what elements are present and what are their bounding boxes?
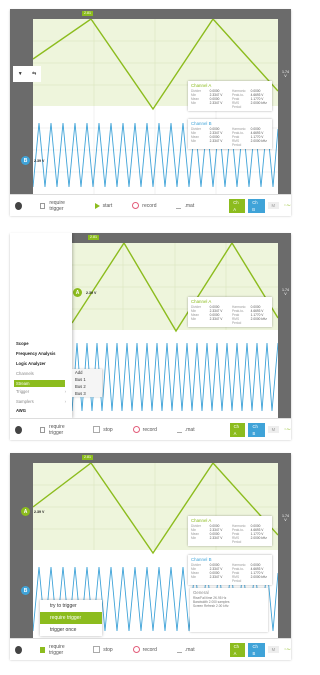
channel-b-button[interactable]: Ch B — [248, 198, 265, 213]
submenu-bus-3[interactable]: Bus 3 — [72, 390, 102, 397]
submenu-bus-1[interactable]: Bus 1 — [72, 376, 102, 383]
stop-icon — [93, 426, 101, 433]
trigger-time-marker[interactable]: 2.81 — [82, 455, 93, 460]
chevron-right-icon: › — [64, 389, 66, 394]
record-icon — [132, 426, 140, 433]
record-button[interactable]: record — [113, 426, 157, 433]
start-button[interactable]: start — [75, 202, 112, 209]
trigger-icon[interactable]: ▼ — [18, 71, 23, 77]
record-icon — [132, 646, 140, 653]
math-button[interactable]: M — [267, 426, 280, 433]
trigger-time-marker[interactable]: 2.81 — [88, 235, 99, 240]
menu-item-scope[interactable]: Scope — [16, 341, 29, 346]
usb-icon: ⋅∼ — [284, 203, 291, 209]
right-scale-label: 1.74 V — [282, 288, 289, 296]
download-icon — [176, 647, 182, 653]
channel-a-info: Channel A Divider Min Mean Min 0.0000 2.3347… — [188, 297, 272, 327]
menu-item-trigger[interactable]: Trigger — [16, 389, 29, 394]
chevron-right-icon: › — [64, 380, 66, 385]
app-logo-icon[interactable] — [15, 201, 23, 210]
floating-toolbar: ▼ ⇆ — [13, 66, 41, 82]
math-button[interactable]: M — [267, 646, 280, 653]
stop-button[interactable]: stop — [73, 426, 113, 433]
scope-area: 2.81 A 2.39 V 1.74 V Channel A Divider Min… — [10, 233, 291, 418]
screen-menu: 2.81 A 2.39 V 1.74 V Channel A Divider Min… — [10, 233, 291, 440]
app-logo-icon[interactable] — [15, 425, 22, 434]
submenu-bus-2[interactable]: Bus 2 — [72, 383, 102, 390]
require-trigger-toggle[interactable]: require trigger — [22, 200, 74, 212]
menu-item-stream[interactable]: Stream — [14, 380, 65, 387]
level-label: 2.39 V — [34, 159, 45, 163]
play-icon — [94, 202, 100, 209]
menu-item-channels[interactable]: Channels — [16, 371, 34, 376]
screen-normal: 2.81 A B 2.39 V 1.74V ▼ ⇆ Channel A Divi… — [10, 9, 291, 216]
channel-b-info: Channel B Divider Min Mean Min 0.0000 2.3347… — [188, 555, 272, 585]
trigger-mode-popup: try to trigger require trigger trigger o… — [40, 600, 102, 636]
general-info: General Rise/Fall time 2K.95 Hz Bandwidt… — [190, 588, 268, 632]
trigger-time-marker[interactable]: 2.81 — [82, 11, 93, 16]
channel-b-button[interactable]: Ch B — [248, 642, 265, 657]
channel-b-button[interactable]: Ch B — [248, 422, 265, 437]
channel-a-info: Channel A Divider Min Mean Min 0.0000 2.3347… — [188, 516, 272, 546]
stop-icon — [93, 646, 101, 653]
trigger-option-once[interactable]: trigger once — [40, 624, 102, 636]
chevron-right-icon: › — [64, 399, 66, 404]
channel-a-badge[interactable]: A — [73, 288, 82, 297]
plot-canvas — [72, 243, 278, 418]
trigger-option-try[interactable]: try to trigger — [40, 600, 102, 612]
channel-a-button[interactable]: Ch A — [229, 642, 246, 657]
record-button[interactable]: record — [112, 202, 156, 209]
export-mat-button[interactable]: .mat — [176, 427, 195, 433]
channel-a-info: Channel A Divider Min Mean Min 0.0000 2.3347… — [188, 81, 272, 111]
right-scale-label: 1.74 V — [282, 70, 289, 78]
usb-icon: ⋅∼ — [284, 647, 291, 653]
stop-button[interactable]: stop — [73, 646, 113, 653]
record-icon — [132, 202, 140, 209]
level-label: 2.39 V — [86, 291, 97, 295]
export-mat-button[interactable]: .mat — [176, 203, 194, 209]
bottom-bar: require trigger start record .mat Ch A C… — [10, 194, 291, 216]
channel-a-badge[interactable]: A — [21, 507, 30, 516]
channel-b-badge[interactable]: B — [21, 156, 30, 165]
channel-a-button[interactable]: Ch A — [229, 422, 246, 437]
math-button[interactable]: M — [267, 202, 280, 209]
trigger-option-require[interactable]: require trigger — [40, 612, 102, 624]
screen-trigger-popup: 2.81 A 2.39 V B 1.74 V Channel A Divider M… — [10, 453, 291, 660]
bus-submenu: Add Bus 1 Bus 2 Bus 3 — [72, 369, 102, 397]
channel-a-button[interactable]: Ch A — [229, 198, 246, 213]
right-scale-label: 1.74 V — [282, 514, 289, 522]
usb-icon: ⋅∼ — [284, 427, 291, 433]
submenu-add[interactable]: Add — [72, 369, 102, 376]
require-trigger-toggle[interactable]: require trigger — [22, 644, 73, 656]
channel-b-info: Channel B Divider Min Mean Min 0.0000 2.3347… — [188, 119, 272, 149]
record-button[interactable]: record — [113, 646, 157, 653]
app-logo-icon[interactable] — [15, 645, 22, 654]
menu-item-samplers[interactable]: Samplers — [16, 399, 34, 404]
download-icon — [176, 203, 182, 209]
level-label: 2.39 V — [34, 510, 45, 514]
scope-area: 2.81 A 2.39 V B 1.74 V Channel A Divider M… — [10, 453, 291, 638]
menu-item-awg[interactable]: AWG — [16, 408, 26, 413]
require-trigger-toggle[interactable]: require trigger — [22, 424, 73, 436]
swap-icon[interactable]: ⇆ — [32, 71, 36, 77]
menu-item-frequency-analysis[interactable]: Frequency Analysis — [16, 351, 55, 356]
bottom-bar: require trigger stop record .mat Ch A Ch… — [10, 418, 291, 440]
export-mat-button[interactable]: .mat — [176, 647, 195, 653]
channel-b-badge[interactable]: B — [21, 586, 30, 595]
menu-item-logic-analyzer[interactable]: Logic Analyzer — [16, 361, 46, 366]
bottom-bar: require trigger stop record .mat Ch A Ch… — [10, 638, 291, 660]
download-icon — [176, 427, 182, 433]
side-menu: Scope Frequency Analysis Logic Analyzer … — [10, 233, 72, 418]
scope-area: 2.81 A B 2.39 V 1.74V ▼ ⇆ Channel A Divi… — [10, 9, 291, 194]
